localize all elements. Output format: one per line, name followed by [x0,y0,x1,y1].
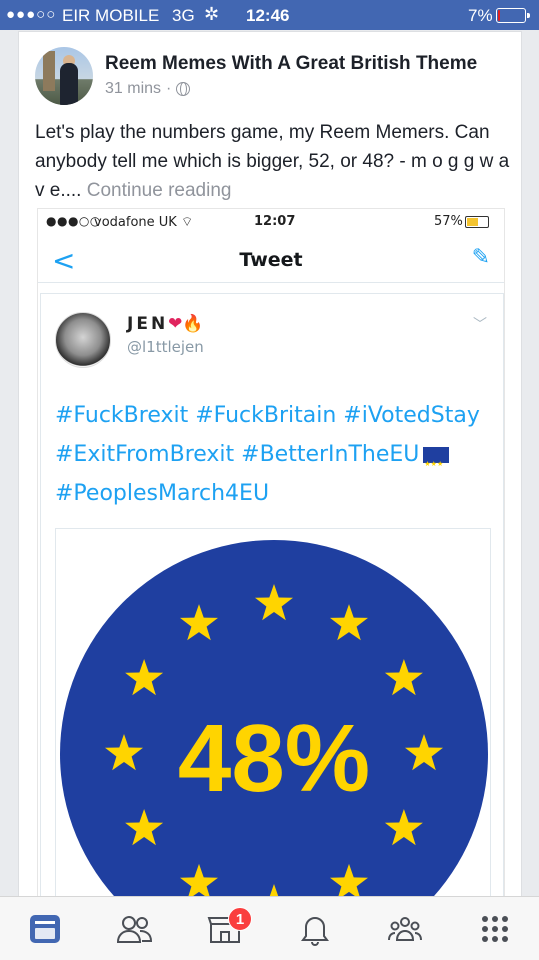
network-type: 3G [172,6,195,25]
post-card: Reem Memes With A Great British Theme 31… [18,31,522,911]
image-battery-icon [465,216,489,228]
tweet-text: #FuckBrexit #FuckBritain #iVotedStay #Ex… [55,396,495,513]
image-nav-title: Tweet [239,249,303,271]
groups-icon [388,917,422,941]
more-menu-icon [482,916,508,942]
status-bar: ●●●○○ EIR MOBILE 3G ✲ 12:46 7% [0,0,539,30]
tweet-image: 48% [55,528,491,910]
notifications-bell-icon [301,917,329,946]
avatar-tower-shape [43,51,55,91]
post-meta: 31 mins · [105,80,191,98]
friends-icon [116,916,153,943]
carrier-name: EIR MOBILE [62,6,160,25]
globe-icon [176,82,191,96]
spinner-icon: ✲ [204,4,220,24]
image-battery-percent: 57% [434,214,463,229]
hashtags-line-2: #ExitFromBrexit #BetterInTheEU [55,435,495,484]
tab-more[interactable] [450,897,539,960]
tweet-author-name: JEN❤🔥 [127,314,204,334]
hashtags-line-2-text: #ExitFromBrexit #BetterInTheEU [55,442,420,467]
image-status-bar: ●●●○○ vodafone UK ⌔ 12:07 57% [38,209,504,235]
signal-strength: ●●●○○ [6,6,57,23]
eu-48-percent-graphic: 48% [56,529,490,910]
tab-news-feed[interactable] [0,897,90,960]
heart-emoji-icon: ❤ [168,314,183,334]
meta-separator: · [166,80,172,97]
tab-groups[interactable] [360,897,450,960]
hashtags-line-1: #FuckBrexit #FuckBritain #iVotedStay [55,403,480,428]
tab-notifications[interactable] [270,897,360,960]
fire-emoji-icon: 🔥 [182,314,204,334]
continue-reading-link[interactable]: Continue reading [87,180,232,201]
avatar-person-shape [60,63,78,105]
news-feed-icon [30,915,60,943]
tweet-handle: @l1ttlejen [127,338,204,356]
forty-eight-percent-label: 48% [178,705,370,812]
tweet-author-text: JEN [127,314,169,334]
battery-icon [496,8,530,23]
eu-flag-icon [423,445,450,484]
page-avatar[interactable] [35,47,93,105]
battery-fill [498,10,500,21]
status-time: 12:46 [246,6,290,25]
post-timestamp[interactable]: 31 mins [105,80,161,98]
image-signal: ●●●○○ [46,214,101,228]
wifi-icon: ⌔ [180,215,194,230]
post-image[interactable]: ●●●○○ vodafone UK ⌔ 12:07 57% < Tweet ✎ … [37,208,505,910]
tweet-avatar [55,312,111,368]
image-carrier: vodafone UK ⌔ [94,214,193,230]
image-time: 12:07 [254,214,296,229]
image-carrier-name: vodafone UK [94,215,177,230]
page-name-link[interactable]: Reem Memes With A Great British Theme [105,53,477,75]
marketplace-badge: 1 [228,907,252,931]
tab-friends[interactable] [90,897,180,960]
image-nav-bar: < Tweet ✎ [38,235,504,283]
tab-marketplace[interactable]: 1 [180,897,270,960]
post-text: Let's play the numbers game, my Reem Mem… [35,118,511,205]
compose-tweet-icon: ✎ [471,245,490,270]
chevron-down-icon: ﹀ [473,317,487,333]
bottom-tab-bar: 1 [0,896,539,960]
image-battery-fill [467,218,479,226]
tweet: JEN❤🔥 @l1ttlejen ﹀ #FuckBrexit #FuckBrit… [40,293,504,910]
battery-percent: 7% [468,6,493,25]
